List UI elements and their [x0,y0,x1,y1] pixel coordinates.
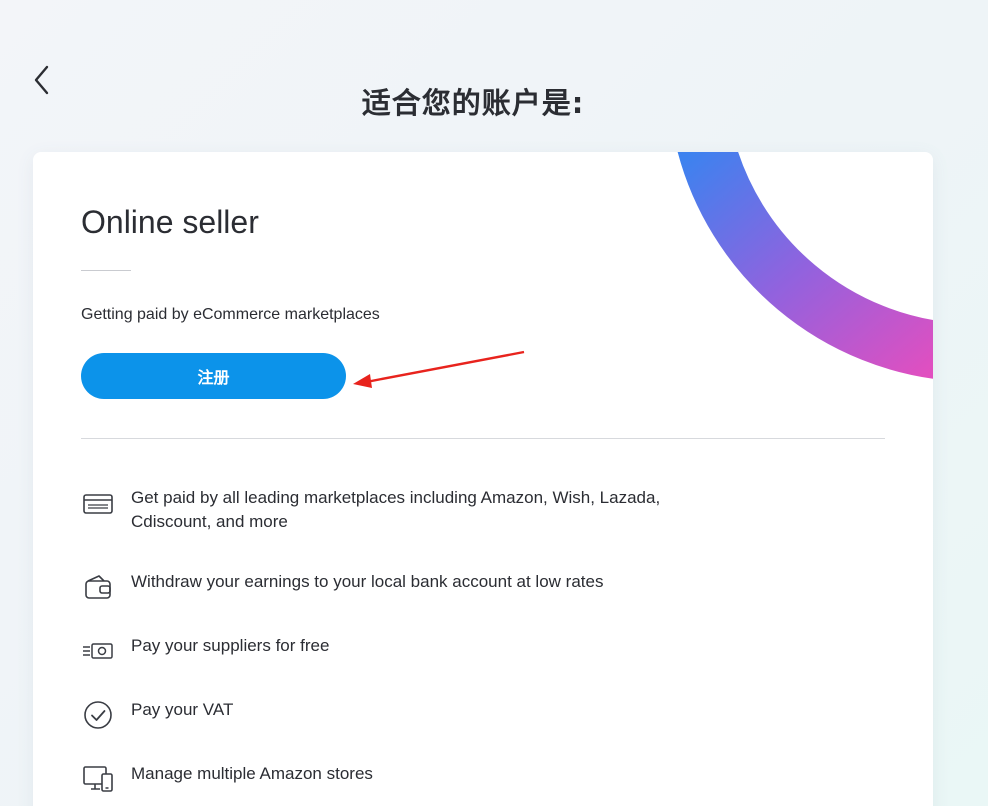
devices-icon [81,762,115,796]
card-icon [81,486,115,520]
feature-item: Manage multiple Amazon stores [81,762,701,796]
page-title: 适合您的账户是: [361,86,585,121]
card-subtitle: Getting paid by eCommerce marketplaces [81,306,380,323]
card-title: Online seller [81,204,259,240]
feature-text: Get paid by all leading marketplaces inc… [131,488,661,531]
decorative-arc [677,152,933,379]
feature-text: Withdraw your earnings to your local ban… [131,572,604,591]
title-underline [81,270,131,271]
wallet-icon [81,570,115,604]
feature-item: Pay your suppliers for free [81,634,701,668]
feature-item: Withdraw your earnings to your local ban… [81,570,701,604]
feature-item: Get paid by all leading marketplaces inc… [81,486,701,534]
section-divider [81,438,885,439]
feature-text: Pay your VAT [131,700,234,719]
annotation-arrow [353,350,525,388]
feature-item: Pay your VAT [81,698,701,732]
feature-text: Manage multiple Amazon stores [131,764,373,783]
account-type-card: Online seller Getting paid by eCommerce … [33,152,933,806]
register-button[interactable]: 注册 [81,353,346,399]
checkmark-circle-icon [81,698,115,732]
feature-text: Pay your suppliers for free [131,636,330,655]
cash-icon [81,634,115,668]
